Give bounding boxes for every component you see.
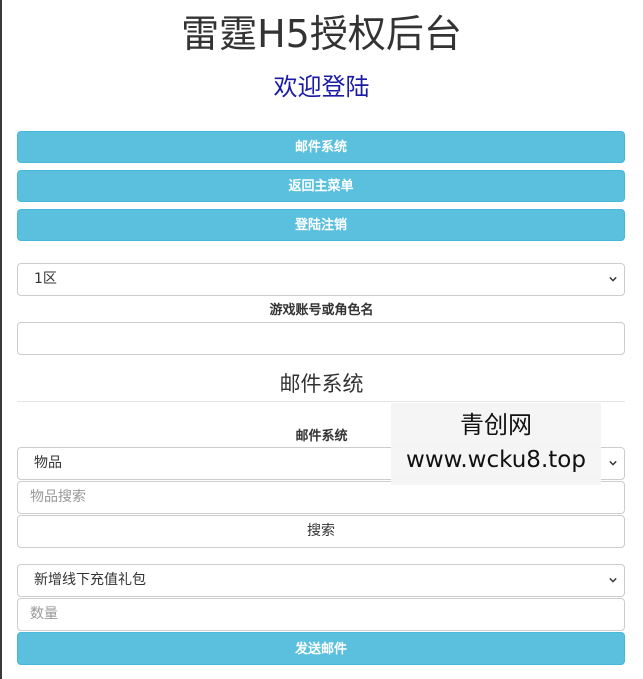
chevron-down-icon (609, 460, 617, 466)
mail-system-button[interactable]: 邮件系统 (17, 131, 625, 163)
quantity-input[interactable]: 数量 (17, 598, 625, 631)
logout-button[interactable]: 登陆注销 (17, 209, 625, 241)
watermark: 青创网 www.wcku8.top (391, 403, 601, 485)
server-select-value: 1区 (34, 271, 57, 287)
send-mail-button[interactable]: 发送邮件 (17, 632, 625, 665)
mail-type-value: 物品 (34, 455, 62, 471)
server-select[interactable]: 1区 (17, 263, 625, 296)
chevron-down-icon (609, 577, 617, 583)
search-button[interactable]: 搜索 (17, 515, 625, 548)
account-label: 游戏账号或角色名 (269, 303, 374, 318)
section-divider (17, 401, 625, 402)
back-to-menu-button[interactable]: 返回主菜单 (17, 170, 625, 202)
mail-section-title: 邮件系统 (279, 372, 364, 396)
account-input[interactable] (17, 322, 625, 355)
item-select-value: 新增线下充值礼包 (34, 572, 146, 588)
item-select[interactable]: 新增线下充值礼包 (17, 564, 625, 597)
chevron-down-icon (609, 276, 617, 282)
page-title: 雷霆H5授权后台 (181, 12, 462, 56)
watermark-line2: www.wcku8.top (406, 447, 586, 473)
item-search-input[interactable]: 物品搜索 (17, 481, 625, 514)
watermark-line1: 青创网 (460, 411, 532, 439)
welcome-subtitle: 欢迎登陆 (273, 73, 370, 101)
